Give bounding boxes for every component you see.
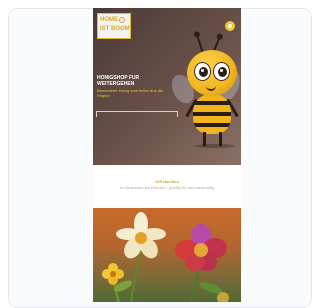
hero-subtitle: Besonderer Honig vom Imker aus der Regio…: [97, 88, 164, 98]
hero-divider: [96, 111, 178, 117]
logo-ring-icon: [119, 17, 125, 23]
bee-smile: [206, 84, 216, 91]
info-band-title: Gift Nachten: [155, 179, 179, 184]
flowers-section: [93, 208, 241, 302]
website-preview[interactable]: HOME IST BOOM HONIGSHOP FUR WEITERGEHEN …: [93, 8, 241, 302]
bee-head: [187, 50, 237, 96]
hero-section: HOME IST BOOM HONIGSHOP FUR WEITERGEHEN …: [93, 8, 241, 165]
bee-eye: [194, 62, 211, 81]
menu-icon[interactable]: [225, 21, 235, 31]
info-band-subtitle: Im Einkaufen bis Genuss – goodly für und…: [120, 185, 214, 190]
flowers-illustration: [102, 212, 229, 302]
hero-title: HONIGSHOP FUR WEITERGEHEN: [97, 75, 140, 87]
bee-illustration: [167, 34, 241, 148]
bee-body: [193, 94, 231, 134]
info-band: Gift Nachten Im Einkaufen bis Genuss – g…: [93, 165, 241, 208]
logo-text-bottom: IST BOOM: [100, 26, 130, 32]
bee-shadow: [195, 144, 235, 148]
bee-eye: [213, 62, 230, 81]
brand-logo[interactable]: HOME IST BOOM: [97, 13, 131, 39]
logo-text-top: HOME: [100, 17, 118, 23]
